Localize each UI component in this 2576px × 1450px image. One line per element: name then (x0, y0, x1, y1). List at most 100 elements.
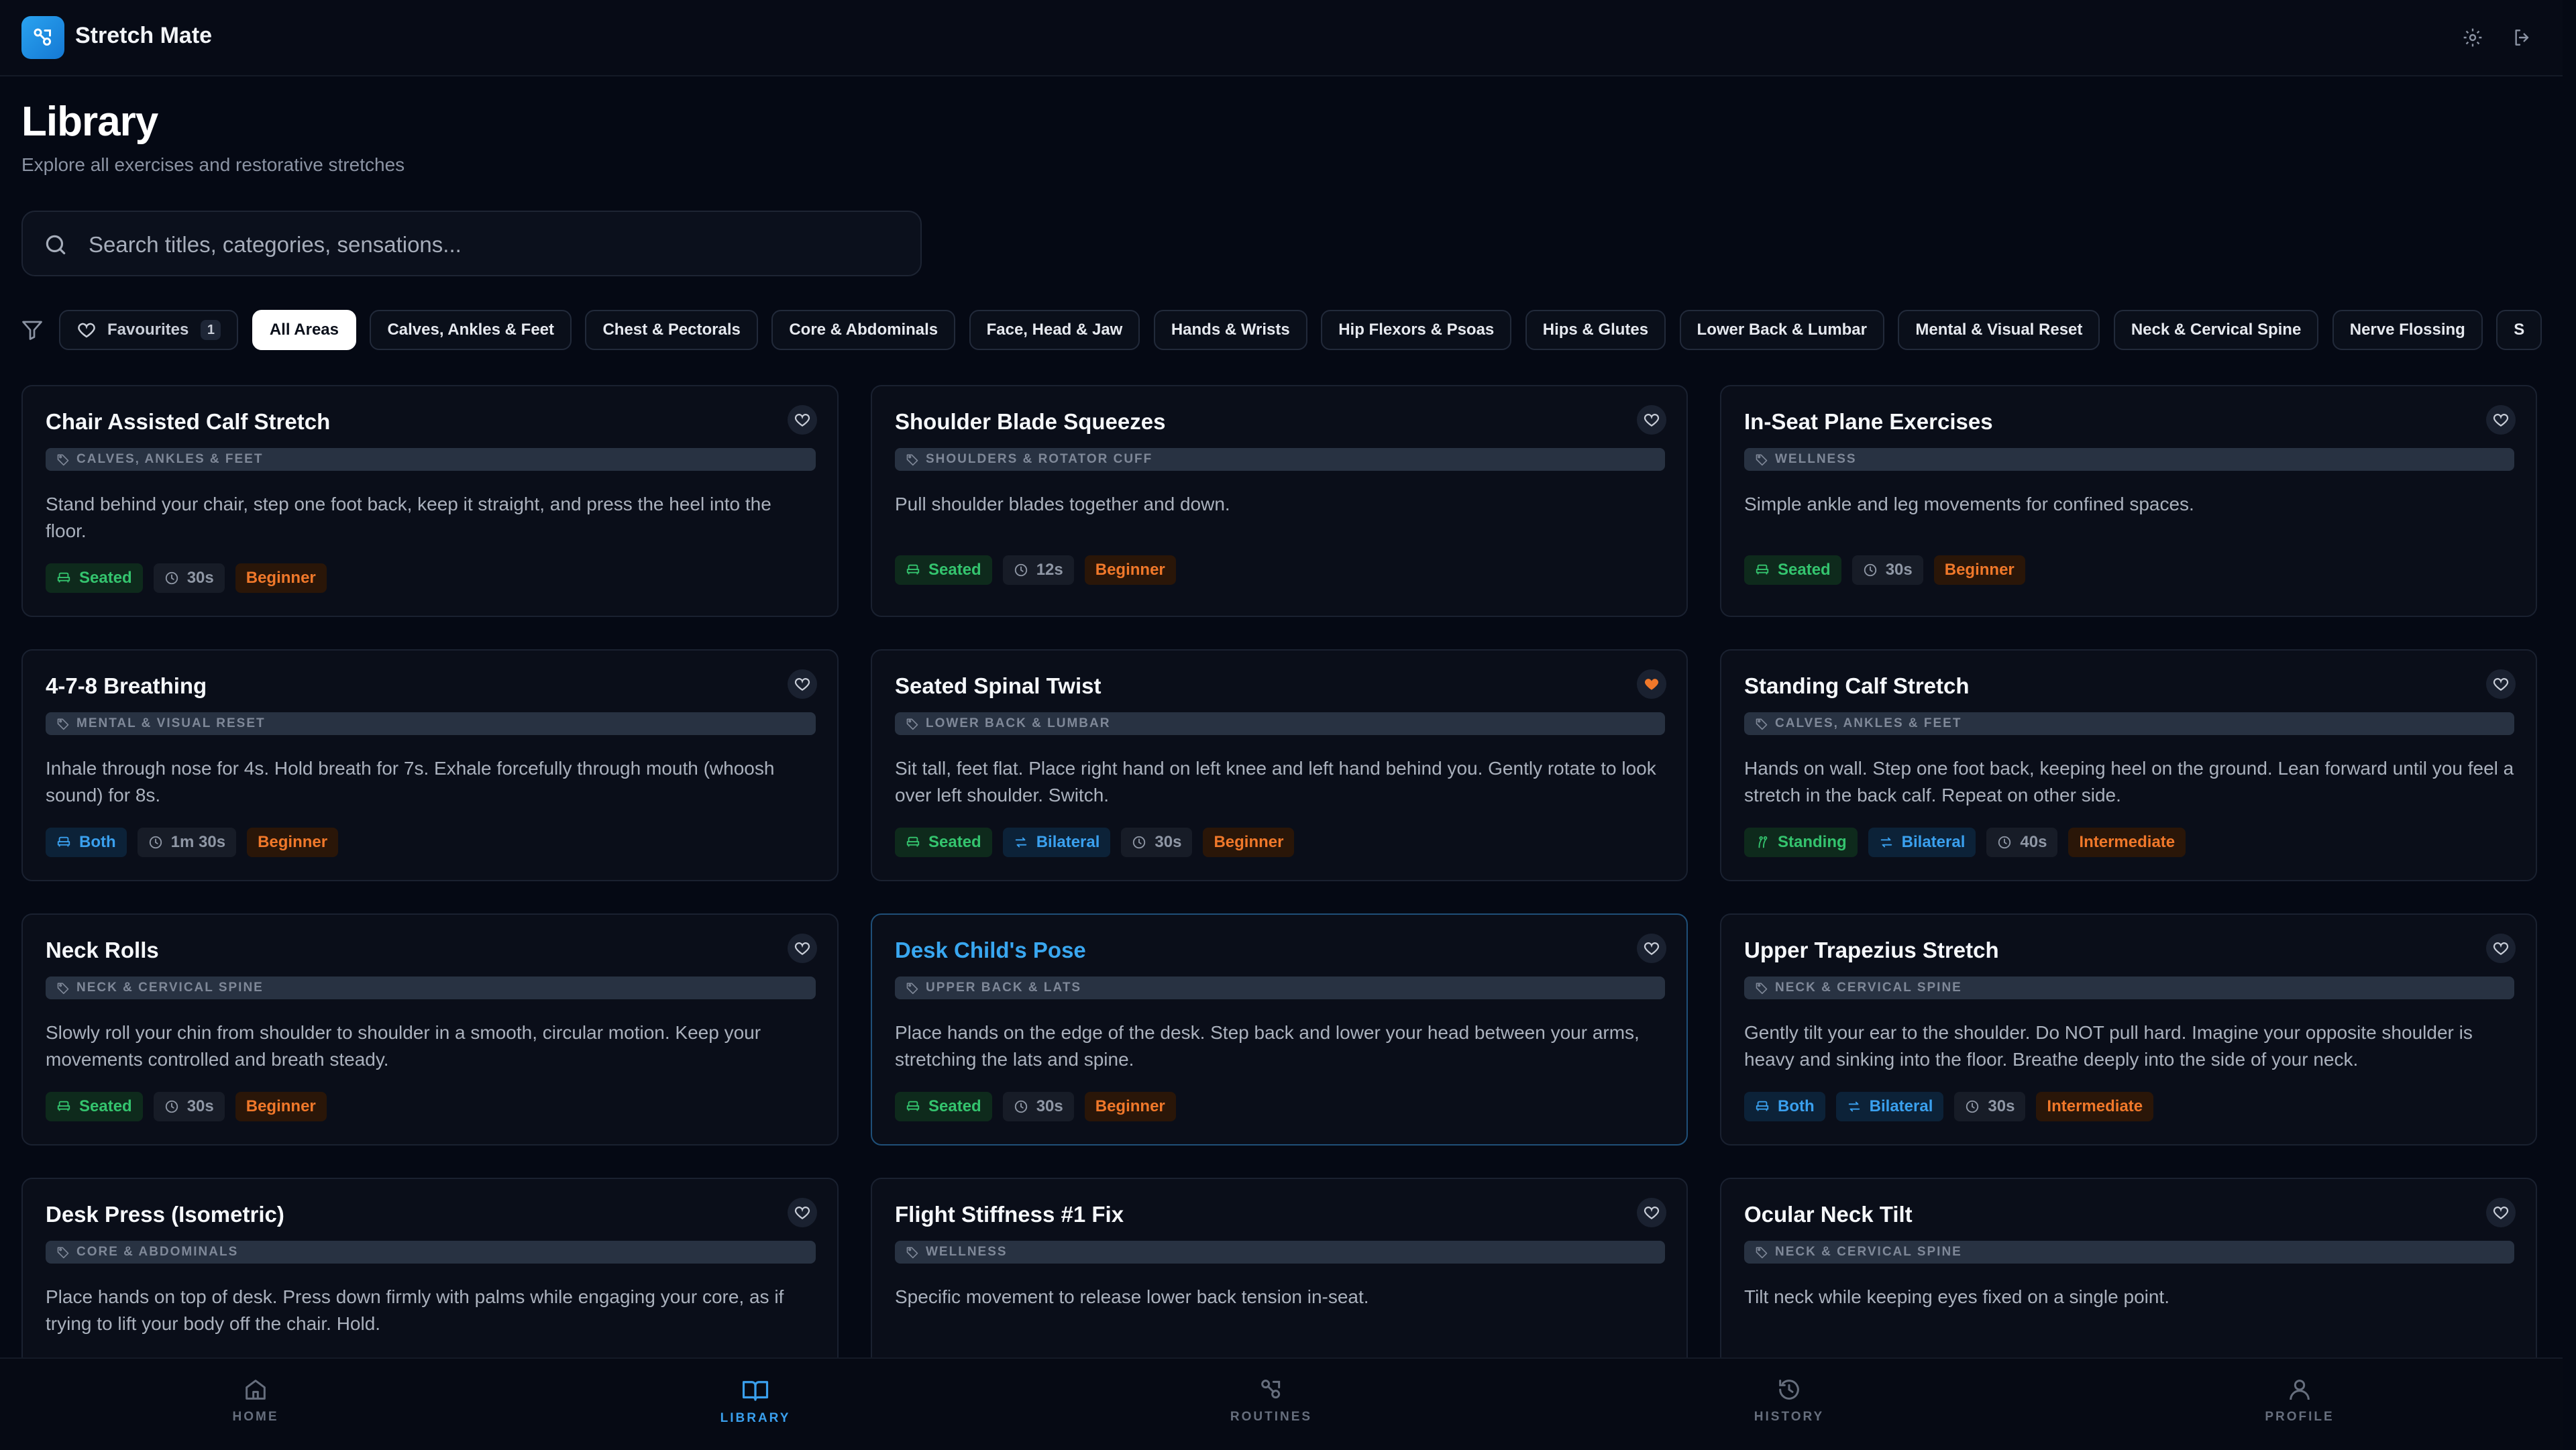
history-icon (1779, 1380, 1799, 1400)
card-title[interactable]: Upper Trapezius Stretch (1744, 938, 1999, 963)
settings-icon[interactable] (2458, 23, 2487, 52)
favourites-count-badge: 1 (201, 320, 221, 340)
card-title[interactable]: Neck Rolls (46, 938, 159, 963)
category-text: NECK & CERVICAL SPINE (1775, 1245, 1962, 1259)
exercise-card[interactable]: 4-7-8 Breathing MENTAL & VISUAL RESET Inha… (21, 649, 839, 881)
card-title[interactable]: Shoulder Blade Squeezes (895, 409, 1165, 435)
side-tag: Bilateral (1002, 828, 1111, 857)
heart-icon[interactable] (2486, 669, 2516, 699)
heart-filled-icon[interactable] (1637, 669, 1666, 699)
card-description: Stand behind your chair, step one foot b… (46, 494, 771, 541)
nav-history[interactable]: HISTORY (1722, 1376, 1856, 1425)
logout-icon[interactable] (2508, 23, 2537, 52)
duration-tag: 30s (1121, 828, 1193, 857)
heart-icon[interactable] (788, 934, 817, 963)
heart-icon[interactable] (2486, 1198, 2516, 1227)
level-tag: Intermediate (2068, 828, 2186, 857)
chip-core-abdominals[interactable]: Core & Abdominals (771, 310, 956, 350)
heart-icon[interactable] (1637, 1198, 1666, 1227)
heart-icon[interactable] (2486, 934, 2516, 963)
nav-routines[interactable]: ROUTINES (1204, 1376, 1338, 1425)
chip-calves-ankles-feet[interactable]: Calves, Ankles & Feet (370, 310, 572, 350)
card-tags: Seated 12s Beginner (895, 555, 1187, 585)
chip-chest-pectorals[interactable]: Chest & Pectorals (585, 310, 758, 350)
nav-library[interactable]: LIBRARY (688, 1376, 822, 1426)
position-tag: Seated (1744, 555, 1841, 585)
chip-hip-flexors-psoas[interactable]: Hip Flexors & Psoas (1321, 310, 1512, 350)
chip-face-head-jaw[interactable]: Face, Head & Jaw (969, 310, 1140, 350)
exercise-card[interactable]: Upper Trapezius Stretch NECK & CERVICAL S… (1720, 913, 2537, 1146)
level-tag: Beginner (235, 1092, 327, 1121)
chip-hips-glutes[interactable]: Hips & Glutes (1525, 310, 1666, 350)
duration-tag: 1m 30s (137, 828, 237, 857)
exercise-card[interactable]: Shoulder Blade Squeezes SHOULDERS & ROTAT… (871, 385, 1688, 617)
search-input[interactable] (87, 224, 895, 266)
exercise-card[interactable]: Chair Assisted Calf Stretch CALVES, ANKLE… (21, 385, 839, 617)
category-text: SHOULDERS & ROTATOR CUFF (926, 452, 1153, 466)
card-title[interactable]: Desk Child's Pose (895, 938, 1086, 963)
card-description: Hands on wall. Step one foot back, keepi… (1744, 758, 2514, 805)
nav-home[interactable]: HOME (189, 1376, 323, 1425)
card-title[interactable]: Seated Spinal Twist (895, 673, 1101, 699)
chip-more[interactable]: S (2496, 310, 2542, 350)
chip-favourites-label: Favourites (107, 321, 189, 339)
heart-icon[interactable] (1637, 934, 1666, 963)
filter-icon[interactable] (20, 318, 44, 342)
exercise-card[interactable]: Desk Press (Isometric) CORE & ABDOMINALS P… (21, 1178, 839, 1357)
level-tag: Beginner (1084, 1092, 1176, 1121)
chip-favourites[interactable]: Favourites 1 (59, 310, 239, 350)
duration-tag: 30s (1954, 1092, 2026, 1121)
book-icon (742, 1381, 769, 1401)
exercise-card[interactable]: Seated Spinal Twist LOWER BACK & LUMBAR Si… (871, 649, 1688, 881)
exercise-card[interactable]: Standing Calf Stretch CALVES, ANKLES & FE… (1720, 649, 2537, 881)
chip-lower-back-lumbar[interactable]: Lower Back & Lumbar (1679, 310, 1884, 350)
position-tag: Seated (46, 563, 143, 593)
card-title[interactable]: Ocular Neck Tilt (1744, 1202, 1913, 1227)
category-label: CALVES, ANKLES & FEET (1744, 712, 2514, 735)
card-title[interactable]: 4-7-8 Breathing (46, 673, 207, 699)
nav-home-label: HOME (232, 1410, 279, 1424)
heart-icon[interactable] (788, 669, 817, 699)
app-logo-icon[interactable] (21, 16, 64, 59)
bottom-navigation: HOME LIBRARY ROUTINES HISTORY PROFILE (0, 1357, 2563, 1450)
exercise-card[interactable]: Ocular Neck Tilt NECK & CERVICAL SPINE Til… (1720, 1178, 2537, 1357)
chip-mental-visual-reset[interactable]: Mental & Visual Reset (1898, 310, 2100, 350)
card-description: Slowly roll your chin from shoulder to s… (46, 1022, 761, 1070)
position-tag: Both (1744, 1092, 1825, 1121)
card-title[interactable]: Flight Stiffness #1 Fix (895, 1202, 1124, 1227)
chip-all-areas[interactable]: All Areas (252, 310, 356, 350)
category-label: MENTAL & VISUAL RESET (46, 712, 816, 735)
card-title[interactable]: In-Seat Plane Exercises (1744, 409, 1993, 435)
position-tag: Seated (895, 1092, 992, 1121)
nav-library-label: LIBRARY (720, 1411, 791, 1425)
chip-neck-cervical-spine[interactable]: Neck & Cervical Spine (2113, 310, 2319, 350)
heart-icon[interactable] (788, 405, 817, 435)
chip-nerve-flossing[interactable]: Nerve Flossing (2332, 310, 2483, 350)
heart-icon[interactable] (1637, 405, 1666, 435)
exercise-card[interactable]: Desk Child's Pose UPPER BACK & LATS Place … (871, 913, 1688, 1146)
card-tags: Seated 30s Beginner (1744, 555, 2036, 585)
category-text: NECK & CERVICAL SPINE (1775, 981, 1962, 995)
heart-icon[interactable] (2486, 405, 2516, 435)
card-description: Sit tall, feet flat. Place right hand on… (895, 758, 1656, 805)
nav-profile-label: PROFILE (2265, 1410, 2334, 1424)
card-tags: Seated 30s Beginner (895, 1092, 1187, 1121)
exercise-card[interactable]: Flight Stiffness #1 Fix WELLNESS Specific … (871, 1178, 1688, 1357)
exercise-card[interactable]: Neck Rolls NECK & CERVICAL SPINE Slowly ro… (21, 913, 839, 1146)
nav-profile[interactable]: PROFILE (2233, 1376, 2367, 1425)
card-title[interactable]: Chair Assisted Calf Stretch (46, 409, 330, 435)
card-title[interactable]: Standing Calf Stretch (1744, 673, 1970, 699)
duration-tag: 12s (1002, 555, 1074, 585)
chip-hands-wrists[interactable]: Hands & Wrists (1153, 310, 1307, 350)
heart-icon[interactable] (788, 1198, 817, 1227)
exercise-card[interactable]: In-Seat Plane Exercises WELLNESS Simple an… (1720, 385, 2537, 617)
category-label: WELLNESS (895, 1241, 1665, 1264)
card-tags: Both 1m 30s Beginner (46, 828, 349, 857)
category-text: NECK & CERVICAL SPINE (76, 981, 264, 995)
category-text: MENTAL & VISUAL RESET (76, 716, 266, 730)
card-title[interactable]: Desk Press (Isometric) (46, 1202, 284, 1227)
search-icon (46, 235, 66, 255)
category-label: LOWER BACK & LUMBAR (895, 712, 1665, 735)
level-tag: Beginner (1203, 828, 1295, 857)
category-text: CALVES, ANKLES & FEET (1775, 716, 1962, 730)
